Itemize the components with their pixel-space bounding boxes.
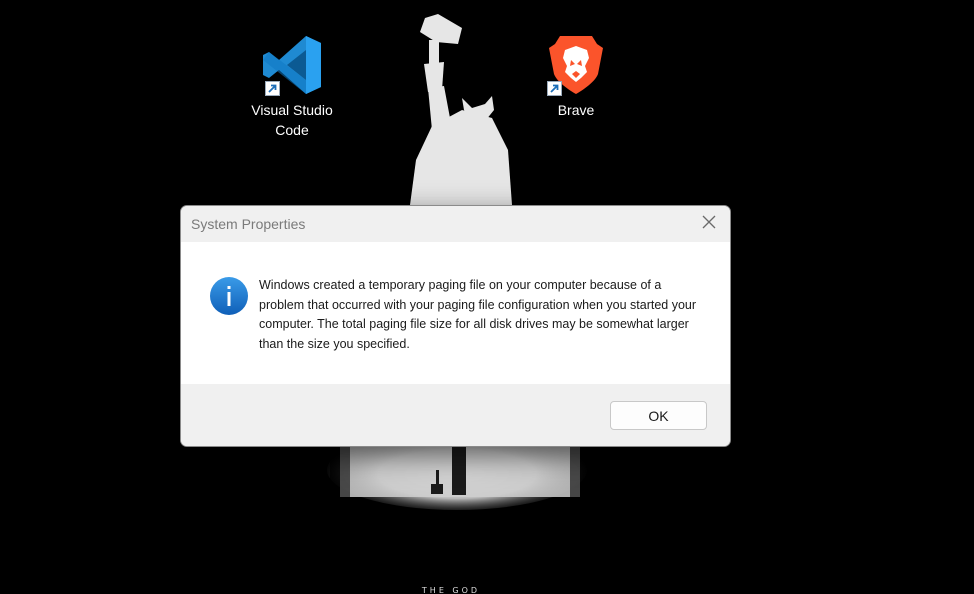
shortcut-arrow-icon: [265, 81, 280, 96]
brave-lion-icon: [543, 32, 609, 98]
dialog-footer: OK: [181, 384, 730, 446]
system-properties-dialog: System Properties Windows created a temp…: [180, 205, 731, 447]
dialog-title: System Properties: [191, 216, 306, 232]
desktop-icon-label: Brave: [557, 102, 595, 118]
vscode-icon: [259, 32, 325, 98]
desktop: Visual Studio Code Brave THE GOD System …: [0, 0, 974, 594]
shortcut-arrow-icon: [547, 81, 562, 96]
dialog-titlebar[interactable]: System Properties: [181, 206, 730, 242]
close-button[interactable]: [688, 206, 730, 242]
dialog-body: Windows created a temporary paging file …: [181, 242, 730, 384]
info-icon: [209, 276, 249, 316]
wallpaper-caption: THE GOD: [421, 586, 481, 594]
ok-button[interactable]: OK: [610, 401, 707, 430]
dialog-message: Windows created a temporary paging file …: [259, 278, 697, 351]
desktop-shortcut-brave[interactable]: Brave: [521, 32, 631, 120]
desktop-shortcut-vscode[interactable]: Visual Studio Code: [237, 32, 347, 140]
close-icon: [702, 215, 716, 234]
desktop-icon-label: Visual Studio Code: [251, 102, 333, 138]
